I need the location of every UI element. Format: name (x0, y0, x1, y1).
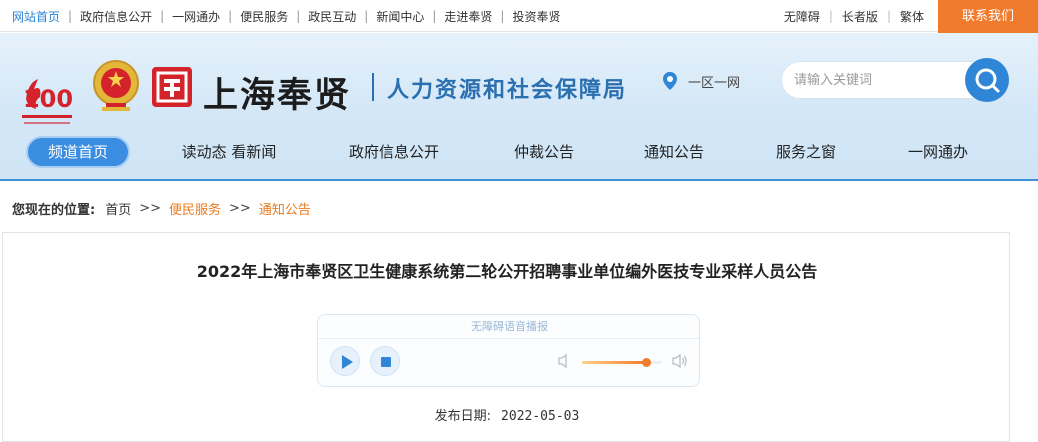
top-link-invest[interactable]: 投资奉贤 (512, 8, 560, 25)
breadcrumb-separator: >> (229, 201, 251, 216)
nav-gov-info[interactable]: 政府信息公开 (332, 136, 456, 168)
nav-arbitration[interactable]: 仲裁公告 (496, 136, 592, 168)
publish-date: 发布日期: 2022-05-03 (3, 405, 1011, 424)
volume-high-icon[interactable] (672, 353, 688, 369)
top-link-home[interactable]: 网站首页 (12, 8, 60, 25)
top-link-news[interactable]: 新闻中心 (376, 8, 424, 25)
breadcrumb-label: 您现在的位置: (12, 203, 96, 218)
contact-us-button[interactable]: 联系我们 (938, 0, 1038, 33)
national-emblem-icon (93, 60, 139, 111)
breadcrumb-separator: >> (139, 201, 162, 216)
stop-icon (381, 357, 391, 367)
breadcrumb-notices[interactable]: 通知公告 (259, 199, 311, 218)
elder-mode-link[interactable]: 长者版 (842, 8, 878, 25)
svg-text:100: 100 (23, 85, 73, 113)
accessibility-link[interactable]: 无障碍 (784, 8, 820, 25)
bureau-name: 人力资源和社会保障局 (387, 77, 628, 103)
audio-player: 无障碍语音播报 (317, 314, 701, 387)
centenary-logo-icon: 100 (22, 79, 73, 124)
play-icon (342, 355, 353, 369)
breadcrumb: 您现在的位置: 首页 >> 便民服务 >> 通知公告 (12, 199, 311, 218)
breadcrumb-services[interactable]: 便民服务 (169, 199, 221, 218)
publish-date-value: 2022-05-03 (501, 409, 580, 424)
article-title: 2022年上海市奉贤区卫生健康系统第二轮公开招聘事业单位编外医技专业采样人员公告 (196, 262, 818, 281)
top-link-about[interactable]: 走进奉贤 (444, 8, 492, 25)
search-input[interactable] (794, 70, 954, 90)
volume-slider[interactable] (582, 358, 662, 367)
header-divider (372, 73, 374, 101)
top-bar: 网站首页 | 政府信息公开 | 一网通办 | 便民服务 | 政民互动 | 新闻中… (0, 0, 1038, 33)
location-pin-icon (663, 72, 677, 90)
search-button[interactable] (965, 58, 1009, 102)
volume-low-icon[interactable] (558, 353, 572, 369)
top-link-gov-info[interactable]: 政府信息公开 (80, 8, 152, 25)
play-button[interactable] (330, 346, 360, 376)
district-network-link[interactable]: 一区一网 (688, 72, 740, 91)
nav-services[interactable]: 服务之窗 (758, 136, 854, 168)
breadcrumb-home[interactable]: 首页 (105, 199, 131, 218)
fengxian-seal-icon (152, 67, 192, 107)
volume-slider-fill (582, 361, 646, 364)
article-panel: 2022年上海市奉贤区卫生健康系统第二轮公开招聘事业单位编外医技专业采样人员公告… (2, 232, 1010, 442)
top-links: 网站首页 | 政府信息公开 | 一网通办 | 便民服务 | 政民互动 | 新闻中… (12, 8, 561, 25)
volume-slider-handle[interactable] (642, 358, 651, 367)
nav-one-net[interactable]: 一网通办 (890, 136, 986, 168)
player-title: 无障碍语音播报 (318, 315, 701, 339)
traditional-chinese-link[interactable]: 繁体 (900, 8, 924, 25)
nav-channel-home[interactable]: 频道首页 (26, 136, 130, 168)
top-link-interaction[interactable]: 政民互动 (308, 8, 356, 25)
stop-button[interactable] (370, 346, 400, 376)
city-name: 上海奉贤 (203, 75, 352, 116)
publish-date-label: 发布日期: (434, 409, 492, 424)
top-link-one-net[interactable]: 一网通办 (172, 8, 220, 25)
main-nav: 频道首页 读动态 看新闻 政府信息公开 仲裁公告 通知公告 服务之窗 一网通办 (0, 136, 1038, 176)
top-link-services[interactable]: 便民服务 (240, 8, 288, 25)
nav-notices[interactable]: 通知公告 (626, 136, 722, 168)
search-icon (975, 68, 1000, 93)
top-right-links: 无障碍 | 长者版 | 繁体 联系我们 (784, 0, 1038, 33)
nav-news[interactable]: 读动态 看新闻 (160, 136, 298, 168)
